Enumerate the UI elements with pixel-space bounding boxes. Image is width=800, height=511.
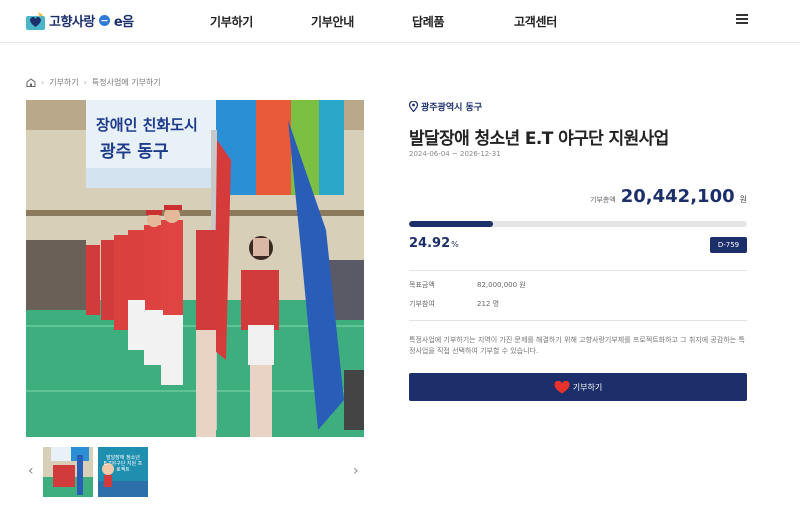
e-circle-icon (98, 15, 110, 26)
site-logo[interactable]: 고향사랑 e음 (26, 11, 134, 30)
nav-donate[interactable]: 기부하기 (210, 13, 253, 30)
dday-badge: D-759 (710, 237, 747, 253)
banner-line1: 장애인 친화도시 (96, 116, 198, 134)
heart-logo-icon (26, 11, 45, 30)
divider (409, 320, 747, 321)
donate-button-label: 기부하기 (572, 382, 603, 392)
target-amount-label: 목표금액 (409, 281, 435, 289)
breadcrumb: › 기부하기 › 특정사업에 기부하기 (26, 77, 161, 88)
project-period: 2024-06-04 ~ 2026-12-31 (409, 150, 501, 158)
progress-bar (409, 221, 747, 227)
chevron-right-icon: › (41, 78, 45, 87)
donation-total-value: 20,442,100 (620, 186, 735, 207)
project-photo: 장애인 친화도시 광주 동구 (26, 100, 364, 437)
breadcrumb-item-donate[interactable]: 기부하기 (49, 77, 78, 88)
breadcrumb-item-special-project[interactable]: 특정사업에 기부하기 (92, 77, 161, 88)
thumbnail-2[interactable]: 발달장애 청소년 E.T야구단 지원 프로젝트 (98, 447, 148, 497)
chevron-left-icon[interactable]: ‹ (28, 463, 34, 479)
logo-suffix: e음 (113, 15, 134, 30)
site-header: 고향사랑 e음 기부하기 기부안내 답례품 고객센터 (0, 0, 800, 43)
nav-gifts[interactable]: 답례품 (412, 13, 445, 30)
nav-support[interactable]: 고객센터 (514, 13, 557, 30)
hamburger-menu-icon[interactable] (736, 14, 748, 24)
progress-percent-unit: % (451, 240, 459, 249)
donation-total-label: 기부총액 (589, 196, 616, 204)
progress-bar-fill (409, 221, 494, 227)
progress-percent: 24.92 % (409, 236, 459, 251)
location-pin-icon (409, 101, 418, 112)
project-title: 발달장애 청소년 E.T 야구단 지원사업 (409, 129, 669, 149)
region-text: 광주광역시 동구 (421, 103, 483, 113)
donation-total: 기부총액 20,442,100 원 (590, 186, 747, 207)
region-label: 광주광역시 동구 (409, 100, 482, 113)
thumbnail-1[interactable] (43, 447, 93, 497)
thumbnail-2-text: 발달장애 청소년 E.T야구단 지원 프로젝트 (103, 455, 143, 473)
chevron-right-icon: › (83, 78, 87, 87)
chevron-right-icon[interactable]: › (353, 463, 359, 479)
participants-label: 기부참여 (409, 300, 435, 308)
donation-total-unit: 원 (739, 195, 747, 204)
logo-text: 고향사랑 (49, 15, 95, 30)
nav-guide[interactable]: 기부안내 (311, 13, 354, 30)
project-description: 특정사업에 기부하기는 지역이 가진 문제를 해결하기 위해 고향사랑기부제를 … (409, 336, 745, 355)
banner-line2: 광주 동구 (100, 142, 169, 162)
participants-value: 212 명 (477, 300, 500, 308)
donate-button[interactable]: 기부하기 (409, 373, 747, 401)
heart-icon (554, 380, 570, 393)
progress-percent-value: 24.92 (409, 236, 451, 251)
target-amount-value: 82,000,000 원 (477, 281, 526, 289)
home-icon[interactable] (26, 78, 36, 87)
divider (409, 270, 747, 271)
